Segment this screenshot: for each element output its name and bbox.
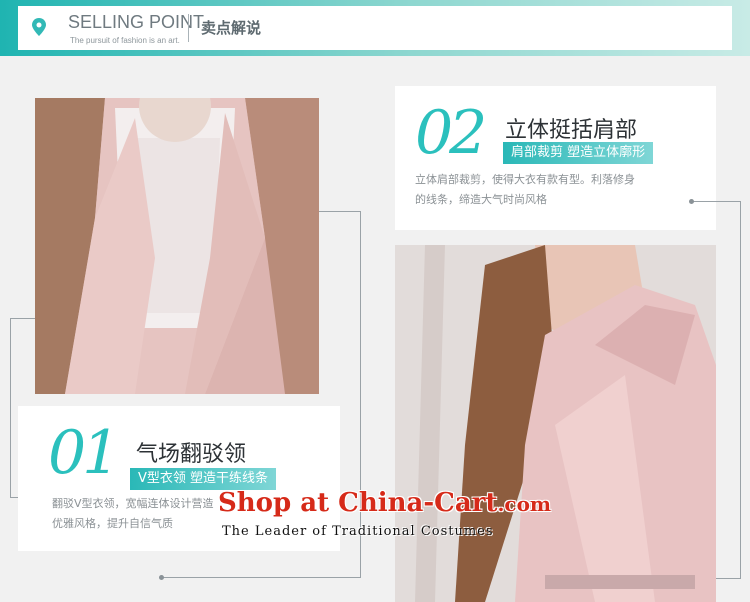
product-photo-collar [35, 98, 319, 394]
feature-01-desc-line2: 优雅风格，提升自信气质 [52, 517, 173, 530]
shoulder-photo-illustration [395, 245, 716, 602]
feature-02-description: 立体肩部裁剪，使得大衣有款有型。利落修身 的线条，缔造大气时尚风格 [415, 170, 705, 210]
product-photo-shoulder [395, 245, 716, 602]
connector-dot [159, 575, 164, 580]
watermark-main: Shop at China-Cart [218, 488, 498, 518]
connector-line [10, 318, 35, 319]
feature-01-tagline: V型衣领 塑造干练线条 [130, 468, 277, 490]
watermark-line1: Shop at China-Cart.com [218, 488, 551, 518]
watermark-suffix: .com [497, 492, 552, 516]
feature-01-number: 01 [48, 418, 120, 488]
feature-01-desc-line1: 翻驳V型衣领，宽幅连体设计营造 [52, 497, 214, 510]
connector-line [740, 201, 741, 579]
watermark: Shop at China-Cart.com The Leader of Tra… [218, 488, 551, 548]
feature-02-card: 02 立体挺括肩部 肩部裁剪 塑造立体廓形 立体肩部裁剪，使得大衣有款有型。利落… [395, 86, 716, 230]
connector-line [10, 318, 11, 498]
header-subtitle: The pursuit of fashion is an art. [70, 36, 180, 45]
connector-line [10, 497, 18, 498]
feature-02-tagline: 肩部裁剪 塑造立体廓形 [503, 142, 654, 164]
header-title: SELLING POINT [68, 12, 205, 32]
connector-line [692, 201, 740, 202]
feature-01-description: 翻驳V型衣领，宽幅连体设计营造 优雅风格，提升自信气质 [52, 494, 242, 534]
feature-02-desc-line1: 立体肩部裁剪，使得大衣有款有型。利落修身 [415, 173, 635, 186]
header-divider [188, 14, 189, 42]
feature-02-number: 02 [415, 98, 487, 168]
connector-dot [689, 199, 694, 204]
selling-point-header: SELLING POINT The pursuit of fashion is … [0, 0, 750, 56]
feature-02-title: 立体挺括肩部 [505, 118, 638, 143]
header-panel: SELLING POINT The pursuit of fashion is … [18, 6, 732, 50]
connector-line [161, 577, 361, 578]
watermark-line2: The Leader of Traditional Costumes [222, 524, 494, 539]
feature-01-title: 气场翻驳领 [136, 442, 247, 467]
location-pin-icon [32, 18, 46, 36]
connector-line [716, 578, 741, 579]
collar-photo-illustration [35, 98, 319, 394]
feature-02-desc-line2: 的线条，缔造大气时尚风格 [415, 193, 547, 206]
header-title-cn: 卖点解说 [201, 19, 262, 37]
connector-line [319, 211, 361, 212]
